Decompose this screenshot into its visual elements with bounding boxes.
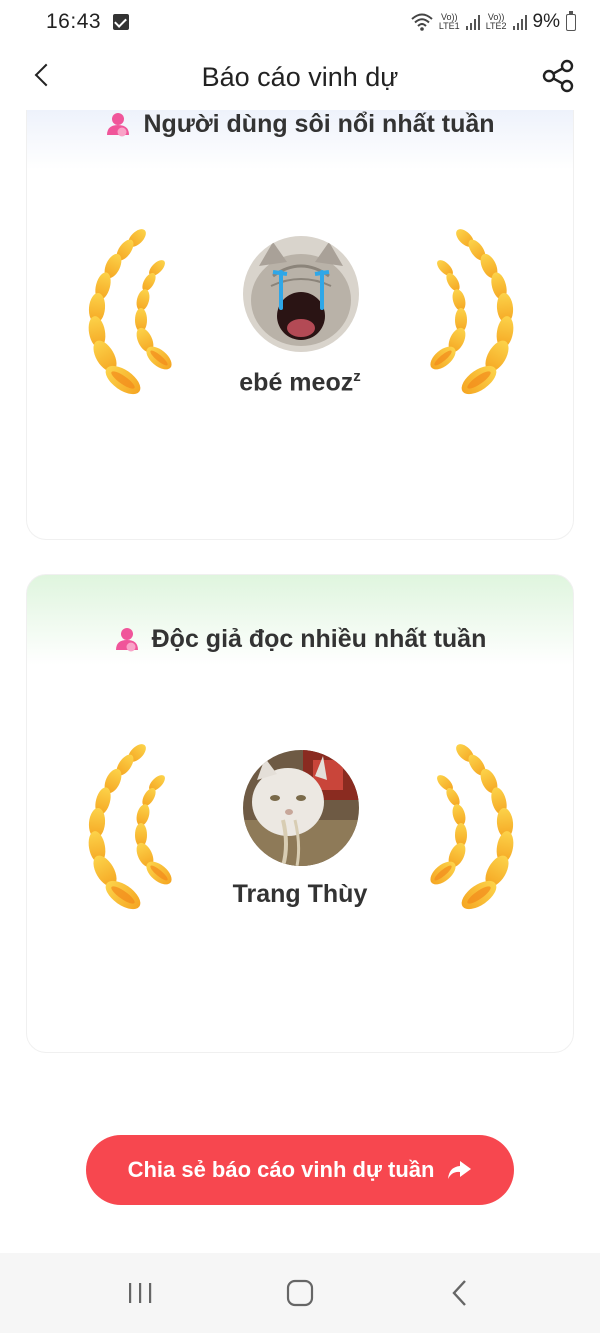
recent-apps-icon (129, 1283, 152, 1303)
share-weekly-report-label: Chia sẻ báo cáo vinh dự tuần (127, 1157, 435, 1182)
user-icon (107, 113, 130, 137)
app-header: Báo cáo vinh dự (0, 44, 600, 110)
card-heading-text: Độc giả đọc nhiều nhất tuần (151, 624, 487, 653)
share-button[interactable] (540, 58, 576, 94)
user-name: ebé meozz (239, 368, 361, 397)
status-bar: 16:43 Vo)) LTE1 Vo)) LTE2 9% (0, 0, 600, 44)
crying-cat-avatar-image (243, 236, 359, 352)
card-heading: Độc giả đọc nhiều nhất tuần (27, 623, 573, 655)
top-reader-card: Độc giả đọc nhiều nhất tuần Trang Thùy (26, 574, 574, 1053)
recent-apps-button[interactable] (110, 1268, 170, 1318)
share-icon (542, 59, 574, 93)
system-back-button[interactable] (430, 1268, 490, 1318)
home-icon (286, 1279, 314, 1307)
lte2-indicator: Vo)) LTE2 (485, 12, 507, 31)
user-name-sup: z (353, 368, 361, 385)
avatar[interactable] (243, 750, 359, 866)
lte1-indicator: Vo)) LTE1 (438, 12, 460, 31)
signal-2-icon (512, 14, 527, 30)
avatar[interactable] (243, 236, 359, 352)
battery-icon (566, 10, 576, 31)
back-icon (452, 1280, 466, 1306)
notification-check-icon (113, 14, 130, 30)
user-icon (115, 628, 138, 652)
wifi-icon (411, 13, 433, 31)
page-title: Báo cáo vinh dự (201, 61, 399, 92)
system-nav-bar (0, 1253, 600, 1333)
back-button[interactable] (28, 61, 58, 91)
card-heading-text: Người dùng sôi nổi nhất tuần (143, 110, 495, 138)
status-time: 16:43 (46, 10, 102, 33)
active-user-card: Người dùng sôi nổi nhất tuần ebé meozz (26, 110, 574, 540)
white-cat-avatar-image (243, 750, 359, 866)
signal-1-icon (465, 14, 480, 30)
battery-percent: 9% (532, 11, 560, 32)
forward-arrow-icon (448, 1161, 472, 1179)
share-weekly-report-button[interactable]: Chia sẻ báo cáo vinh dự tuần (86, 1135, 514, 1205)
card-heading: Người dùng sôi nổi nhất tuần (27, 110, 573, 138)
home-button[interactable] (270, 1268, 330, 1318)
status-indicators: Vo)) LTE1 Vo)) LTE2 9% (411, 10, 576, 33)
user-name: Trang Thùy (232, 880, 368, 908)
